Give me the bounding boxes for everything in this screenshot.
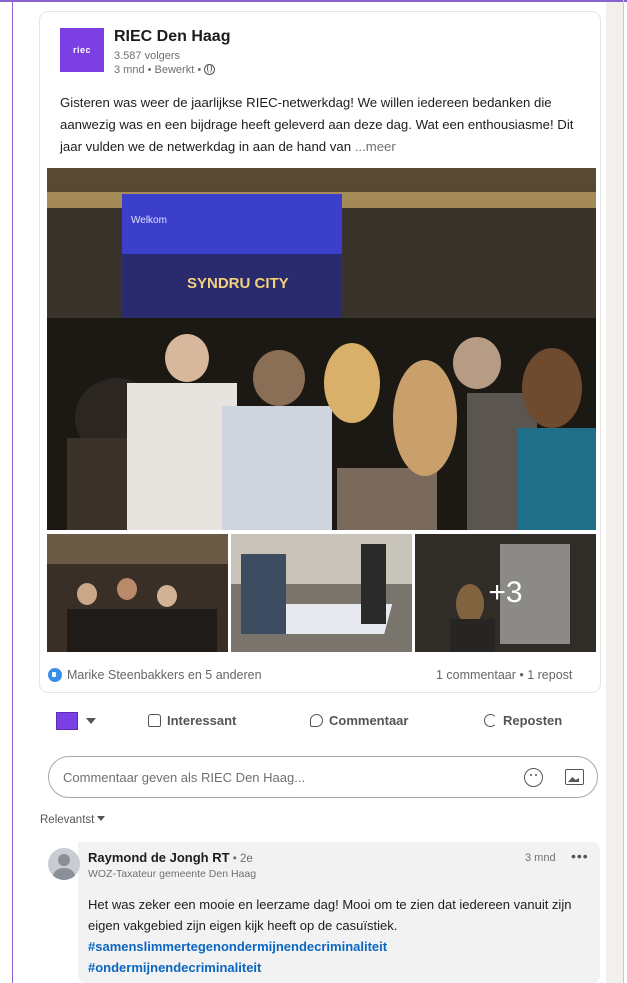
image-icon[interactable] xyxy=(565,769,584,785)
emoji-icon[interactable] xyxy=(524,768,543,787)
follower-count: 3.587 volgers xyxy=(114,50,181,62)
more-photos-count[interactable]: +3 xyxy=(415,534,596,652)
workshop-photo xyxy=(231,534,412,652)
comment-button[interactable]: Commentaar xyxy=(310,713,408,728)
hashtag-link[interactable]: #samenslimmertegenondermijnendecriminali… xyxy=(88,939,387,954)
comment-label: Commentaar xyxy=(329,713,409,728)
see-more-link[interactable]: ...meer xyxy=(355,139,396,154)
background-strip xyxy=(606,2,623,983)
org-name[interactable]: RIEC Den Haag xyxy=(114,28,230,46)
post-meta: 3 mnd • Bewerkt • xyxy=(114,64,216,76)
lightbulb-icon xyxy=(148,714,161,727)
comment-body: Het was zeker een mooie en leerzame dag!… xyxy=(88,897,572,933)
comment-author[interactable]: Raymond de Jongh RT • 2e xyxy=(88,850,253,865)
comment-author-name: Raymond de Jongh RT xyxy=(88,850,230,865)
connection-degree: • 2e xyxy=(229,853,253,865)
interesting-button[interactable]: Interessant xyxy=(148,713,236,728)
comment-text: Het was zeker een mooie en leerzame dag!… xyxy=(88,894,588,978)
action-bar: Interessant Commentaar Reposten xyxy=(40,705,600,739)
chevron-down-icon[interactable] xyxy=(86,718,96,724)
slide-title: Welkom xyxy=(131,215,167,226)
repost-label: Reposten xyxy=(503,713,563,728)
thumbnail-3[interactable]: +3 xyxy=(415,534,596,652)
audience-photo xyxy=(47,534,228,652)
thumbnail-1[interactable] xyxy=(47,534,228,652)
post-body: Gisteren was weer de jaarlijkse RIEC-net… xyxy=(60,95,574,154)
reactions-summary[interactable]: Marike Steenbakkers en 5 anderen xyxy=(48,668,262,682)
main-photo[interactable]: Welkom SYNDRU CITY xyxy=(47,168,596,530)
window-right-border xyxy=(623,0,624,983)
repost-icon xyxy=(484,714,497,727)
comment-input-placeholder: Commentaar geven als RIEC Den Haag... xyxy=(63,769,306,785)
hashtag-link[interactable]: #ondermijnendecriminaliteit xyxy=(88,960,261,975)
sort-label: Relevantst xyxy=(40,814,95,826)
comment-repost-stats[interactable]: 1 commentaar • 1 repost xyxy=(436,668,572,682)
post-meta-text: 3 mnd • Bewerkt • xyxy=(114,64,202,76)
interesting-label: Interessant xyxy=(167,713,237,728)
org-logo[interactable]: riec xyxy=(60,28,104,72)
org-logo-text: riec xyxy=(72,45,91,55)
sort-dropdown[interactable]: Relevantst xyxy=(40,814,106,826)
comment-time: 3 mnd xyxy=(525,852,556,864)
slide-brand: SYNDRU CITY xyxy=(187,275,289,292)
comment-icon xyxy=(310,714,323,727)
more-options-icon[interactable]: ••• xyxy=(571,848,589,864)
like-icon xyxy=(48,668,62,682)
post-text: Gisteren was weer de jaarlijkse RIEC-net… xyxy=(60,92,590,158)
globe-icon xyxy=(204,64,216,75)
window-left-border xyxy=(12,0,13,983)
event-photo-illustration: Welkom SYNDRU CITY xyxy=(47,168,596,530)
window-top-border xyxy=(0,0,627,2)
repost-button[interactable]: Reposten xyxy=(484,713,562,728)
sort-caret-icon xyxy=(97,816,106,821)
thumbnail-2[interactable] xyxy=(231,534,412,652)
avatar[interactable] xyxy=(48,848,80,880)
comment-author-headline: WOZ-Taxateur gemeente Den Haag xyxy=(88,868,257,880)
reactions-text: Marike Steenbakkers en 5 anderen xyxy=(67,668,262,682)
actor-switch-avatar[interactable] xyxy=(56,712,78,730)
comment-input[interactable]: Commentaar geven als RIEC Den Haag... xyxy=(48,756,598,798)
